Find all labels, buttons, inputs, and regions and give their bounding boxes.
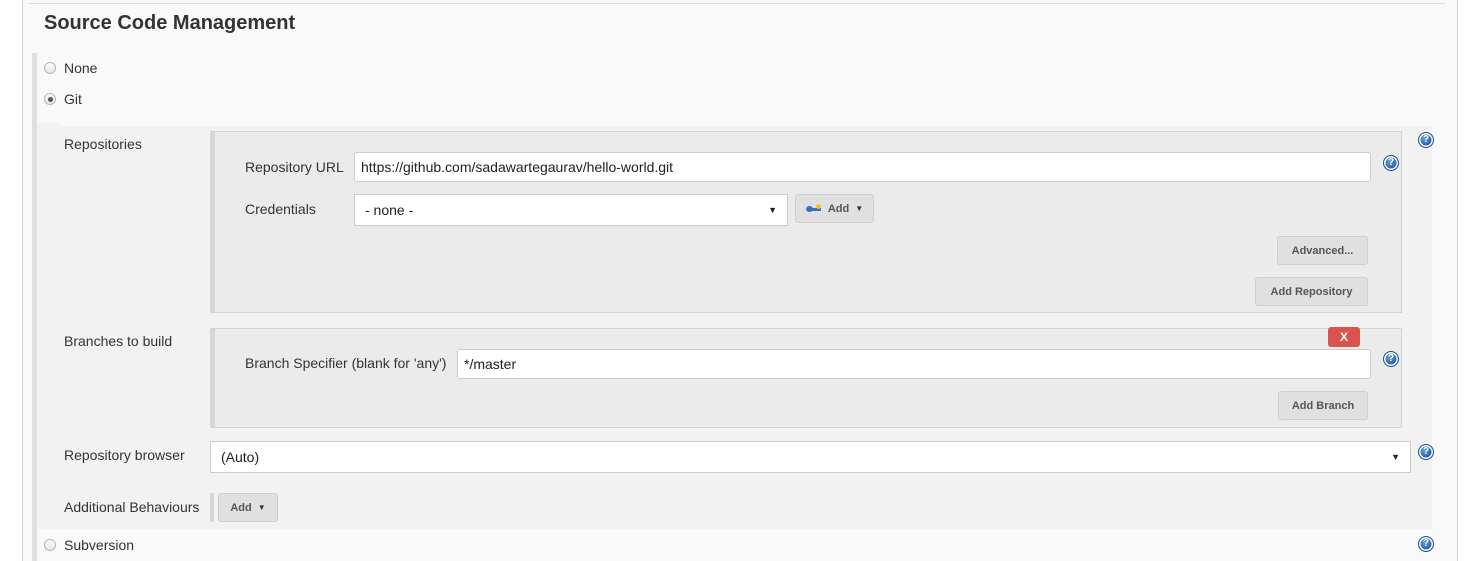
repository-browser-label: Repository browser [64,447,185,463]
radio-option-subversion[interactable]: Subversion [37,537,134,553]
add-repository-button[interactable]: Add Repository [1255,277,1368,306]
caret-down-icon: ▼ [257,503,266,512]
radio-option-git[interactable]: Git [37,91,82,107]
repository-browser-selected-value: (Auto) [221,449,260,465]
radio-subversion[interactable] [44,539,56,551]
repositories-label: Repositories [64,136,142,152]
branches-label: Branches to build [64,333,173,349]
additional-behaviours-add-button[interactable]: Add ▼ [218,493,278,522]
credentials-selected-value: - none - [365,202,414,218]
branch-specifier-label: Branch Specifier (blank for 'any') [245,355,447,371]
credentials-select[interactable]: - none - ▼ [354,194,788,226]
delete-branch-button[interactable]: X [1328,327,1360,347]
radio-git[interactable] [44,93,56,105]
subversion-row-bg [37,529,1432,561]
radio-label-git: Git [64,91,82,107]
help-icon[interactable]: ? [1383,351,1399,367]
radio-none[interactable] [44,62,56,74]
additional-behaviours-label: Additional Behaviours [64,499,200,515]
additional-behaviours-add-label: Add [230,501,252,514]
section-title: Source Code Management [44,12,296,34]
key-icon [805,203,822,214]
caret-down-icon: ▼ [1391,452,1400,462]
add-branch-button[interactable]: Add Branch [1278,391,1368,420]
help-icon[interactable]: ? [1418,536,1434,552]
git-config-body: Repositories ? Repository URL https://gi… [37,126,1434,529]
radio-option-none[interactable]: None [37,60,97,76]
branch-specifier-input[interactable]: */master [457,349,1371,379]
advanced-button[interactable]: Advanced... [1277,236,1368,265]
repository-url-input[interactable]: https://github.com/sadawartegaurav/hello… [354,152,1371,182]
help-icon[interactable]: ? [1383,155,1399,171]
radio-label-subversion: Subversion [64,537,135,553]
radio-label-none: None [64,60,98,76]
repository-panel: Repository URL https://github.com/sadawa… [210,131,1402,313]
scm-section-panel: Source Code Management None Git Reposito… [22,0,1458,561]
scm-options-block: None Git Repositories ? Repository URL h… [32,53,1437,561]
caret-down-icon: ▼ [855,204,864,213]
credentials-add-label: Add [827,202,850,215]
credentials-label: Credentials [245,201,316,217]
repository-browser-select[interactable]: (Auto) ▼ [210,441,1411,473]
branch-panel: X Branch Specifier (blank for 'any') */m… [210,327,1402,428]
caret-down-icon: ▼ [768,205,777,215]
help-icon[interactable]: ? [1418,444,1434,460]
section-divider [29,3,1445,4]
repository-url-label: Repository URL [245,159,344,175]
additional-behaviours-bar [210,493,214,522]
credentials-add-button[interactable]: Add ▼ [795,194,874,223]
help-icon[interactable]: ? [1418,132,1434,148]
